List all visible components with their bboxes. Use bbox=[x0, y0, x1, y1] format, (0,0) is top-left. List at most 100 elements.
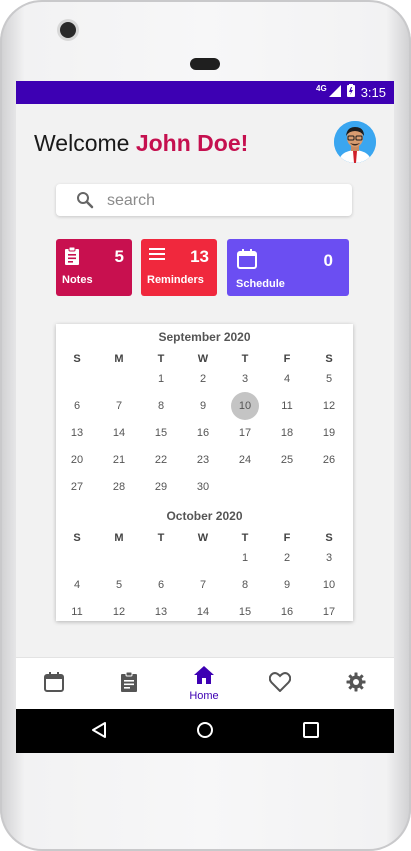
calendar-day[interactable]: 22 bbox=[147, 450, 175, 470]
weekday-label: S bbox=[325, 532, 333, 544]
weekday-label: S bbox=[73, 532, 81, 544]
calendar-day[interactable]: 19 bbox=[315, 423, 343, 443]
calendar-day[interactable]: 7 bbox=[189, 575, 217, 595]
calendar-day[interactable]: 13 bbox=[63, 423, 91, 443]
calendar-day[interactable]: 2 bbox=[189, 369, 217, 389]
search-icon bbox=[76, 191, 94, 214]
status-bar: 4G 3:15 bbox=[16, 81, 394, 104]
battery-icon bbox=[346, 84, 355, 100]
calendar-day[interactable]: 1 bbox=[231, 548, 259, 568]
calendar-day[interactable]: 2 bbox=[273, 548, 301, 568]
heart-icon bbox=[268, 671, 292, 697]
home-icon bbox=[194, 666, 214, 689]
calendar-day[interactable]: 24 bbox=[231, 450, 259, 470]
nav-settings[interactable] bbox=[336, 658, 376, 710]
calendar-day[interactable]: 15 bbox=[147, 423, 175, 443]
calendar-day[interactable]: 21 bbox=[105, 450, 133, 470]
calendar-day[interactable]: 16 bbox=[189, 423, 217, 443]
calendar-day[interactable]: 9 bbox=[189, 396, 217, 416]
weekday-label: S bbox=[73, 353, 81, 365]
welcome-text: Welcome bbox=[34, 130, 130, 156]
network-label: 4G bbox=[316, 83, 327, 93]
calendar-day[interactable]: 12 bbox=[315, 396, 343, 416]
system-navigation-bar bbox=[16, 709, 394, 753]
weekday-label: T bbox=[157, 353, 165, 365]
nav-home[interactable]: Home bbox=[184, 658, 224, 710]
bottom-navigation: Home bbox=[16, 657, 394, 710]
welcome-heading: Welcome John Doe! bbox=[34, 130, 248, 157]
home-button-icon[interactable] bbox=[196, 721, 214, 744]
calendar-day[interactable]: 5 bbox=[105, 575, 133, 595]
user-name: John Doe! bbox=[135, 130, 249, 156]
clipboard-icon bbox=[120, 671, 138, 697]
calendar-day[interactable]: 11 bbox=[273, 396, 301, 416]
weekday-label: W bbox=[197, 353, 209, 365]
clock: 3:15 bbox=[360, 84, 386, 100]
schedule-count: 0 bbox=[323, 251, 333, 270]
calendar-day[interactable]: 6 bbox=[147, 575, 175, 595]
month-title: October 2020 bbox=[166, 509, 243, 523]
notes-card[interactable]: 5 Notes bbox=[56, 239, 132, 296]
weekday-label: W bbox=[197, 532, 209, 544]
calendar-day[interactable]: 23 bbox=[189, 450, 217, 470]
calendar: September 2020 S M T W T F S 1 2 3 4 5 6 7 8 9 10 11 12 13 14… bbox=[56, 324, 353, 621]
calendar-day[interactable]: 29 bbox=[147, 477, 175, 497]
calendar-day[interactable]: 3 bbox=[315, 548, 343, 568]
calendar-day[interactable]: 4 bbox=[273, 369, 301, 389]
recents-icon[interactable] bbox=[302, 721, 320, 744]
calendar-day[interactable]: 16 bbox=[273, 602, 301, 621]
back-icon[interactable] bbox=[90, 721, 108, 744]
schedule-card[interactable]: 0 Schedule bbox=[227, 239, 349, 296]
signal-icon bbox=[328, 84, 341, 100]
reminders-card[interactable]: 13 Reminders bbox=[141, 239, 217, 296]
weekday-label: T bbox=[241, 532, 249, 544]
search-bar[interactable]: search bbox=[56, 184, 352, 216]
weekday-label: F bbox=[283, 532, 291, 544]
weekday-label: S bbox=[325, 353, 333, 365]
calendar-day-selected[interactable]: 10 bbox=[231, 392, 259, 420]
calendar-day[interactable]: 20 bbox=[63, 450, 91, 470]
calendar-day[interactable]: 26 bbox=[315, 450, 343, 470]
nav-calendar[interactable] bbox=[34, 658, 74, 710]
calendar-day[interactable]: 10 bbox=[315, 575, 343, 595]
month-title: September 2020 bbox=[158, 330, 251, 344]
weekday-label: M bbox=[114, 532, 124, 544]
gear-icon bbox=[346, 672, 366, 697]
calendar-day[interactable]: 17 bbox=[231, 423, 259, 443]
calendar-day[interactable]: 17 bbox=[315, 602, 343, 621]
calendar-day[interactable]: 25 bbox=[273, 450, 301, 470]
menu-icon bbox=[149, 247, 167, 266]
reminders-label: Reminders bbox=[147, 274, 204, 286]
search-input[interactable]: search bbox=[107, 192, 155, 210]
calendar-day[interactable]: 14 bbox=[105, 423, 133, 443]
calendar-day[interactable]: 8 bbox=[231, 575, 259, 595]
calendar-day[interactable]: 28 bbox=[105, 477, 133, 497]
calendar-day[interactable]: 4 bbox=[63, 575, 91, 595]
avatar[interactable] bbox=[334, 121, 376, 163]
calendar-day[interactable]: 3 bbox=[231, 369, 259, 389]
nav-favorites[interactable] bbox=[260, 658, 300, 710]
notes-label: Notes bbox=[62, 274, 93, 286]
calendar-day[interactable]: 13 bbox=[147, 602, 175, 621]
calendar-day[interactable]: 6 bbox=[63, 396, 91, 416]
calendar-day[interactable]: 27 bbox=[63, 477, 91, 497]
calendar-day[interactable]: 11 bbox=[63, 602, 91, 621]
calendar-day[interactable]: 1 bbox=[147, 369, 175, 389]
calendar-day[interactable]: 5 bbox=[315, 369, 343, 389]
calendar-day[interactable]: 15 bbox=[231, 602, 259, 621]
nav-notes[interactable] bbox=[109, 658, 149, 710]
calendar-day[interactable]: 9 bbox=[273, 575, 301, 595]
phone-frame: 4G 3:15 Welcome John Doe! search 5 Notes… bbox=[0, 0, 411, 851]
calendar-icon bbox=[44, 671, 64, 697]
notes-count: 5 bbox=[114, 247, 124, 266]
calendar-day[interactable]: 8 bbox=[147, 396, 175, 416]
nav-home-label: Home bbox=[189, 690, 219, 702]
calendar-day[interactable]: 18 bbox=[273, 423, 301, 443]
weekday-label: M bbox=[114, 353, 124, 365]
calendar-day[interactable]: 12 bbox=[105, 602, 133, 621]
calendar-day[interactable]: 14 bbox=[189, 602, 217, 621]
weekday-label: F bbox=[283, 353, 291, 365]
calendar-day[interactable]: 7 bbox=[105, 396, 133, 416]
reminders-count: 13 bbox=[190, 247, 209, 266]
calendar-day[interactable]: 30 bbox=[189, 477, 217, 497]
